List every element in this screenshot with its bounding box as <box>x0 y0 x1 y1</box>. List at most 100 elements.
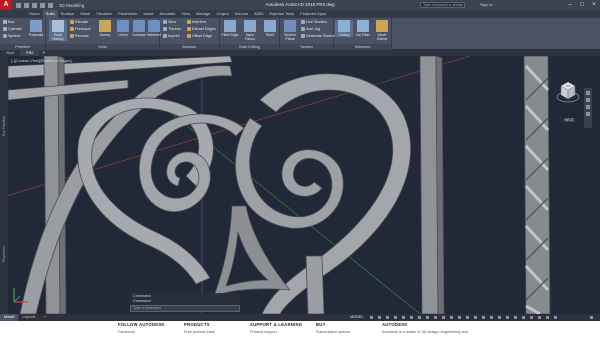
tab-annotate[interactable]: Annotate <box>156 10 178 18</box>
ortho-icon[interactable] <box>386 316 389 319</box>
generate-section-tool[interactable]: Generate Section <box>301 34 336 38</box>
tab-solid[interactable]: Solid <box>42 10 58 18</box>
model-space-toggle[interactable]: MODEL <box>350 314 364 321</box>
save-icon[interactable] <box>32 2 37 8</box>
new-icon[interactable] <box>16 2 21 8</box>
open-icon[interactable] <box>24 2 29 8</box>
palette-strip[interactable]: Tool Palettes Properties <box>0 56 8 314</box>
move-gizmo-button[interactable]: Move Gizmo <box>373 20 391 41</box>
tab-mesh[interactable]: Mesh <box>77 10 93 18</box>
tab-view[interactable]: View <box>178 10 193 18</box>
extract-edges-tool[interactable]: Extract Edges <box>187 27 216 31</box>
polar-icon[interactable] <box>394 316 397 319</box>
tab-visualize[interactable]: Visualize <box>93 10 115 18</box>
interfere-tool[interactable]: Interfere <box>187 20 206 24</box>
close-button[interactable]: × <box>588 0 600 10</box>
solid-history-icon <box>52 20 64 32</box>
viewcube[interactable]: TOP <box>556 78 580 104</box>
drawing-viewport[interactable] <box>0 56 600 314</box>
section-plane-button[interactable]: Section Plane <box>281 20 299 41</box>
tab-express-tools[interactable]: Express Tools <box>266 10 297 18</box>
steering-wheel-icon[interactable] <box>586 91 590 95</box>
workspace-icon[interactable] <box>498 316 501 319</box>
slice-tool[interactable]: Slice <box>163 20 176 24</box>
annotation-scale-icon[interactable] <box>490 316 493 319</box>
footer-link[interactable]: Subscription options <box>316 330 350 334</box>
solid-history-button[interactable]: Solid History <box>49 20 67 41</box>
tab-featured-apps[interactable]: Featured Apps <box>297 10 329 18</box>
clean-screen-icon[interactable] <box>554 316 557 319</box>
cylinder-tool[interactable]: Cylinder <box>3 27 22 31</box>
fillet-edge-button[interactable]: Fillet Edge <box>221 20 239 37</box>
units-icon[interactable] <box>514 316 517 319</box>
tab-home[interactable]: Home <box>26 10 43 18</box>
add-jog-tool[interactable]: Add Jog <box>301 27 320 31</box>
revolve-tool[interactable]: Revolve <box>70 34 89 38</box>
annotation-monitor-icon[interactable] <box>506 316 509 319</box>
graphics-performance-icon[interactable] <box>546 316 549 319</box>
maximize-button[interactable]: □ <box>576 0 588 10</box>
tab-manage[interactable]: Manage <box>193 10 213 18</box>
snap-icon[interactable] <box>378 316 381 319</box>
culling-button[interactable]: Culling <box>335 20 353 37</box>
left-rail <box>7 79 129 101</box>
no-filter-button[interactable]: No Filter <box>354 20 372 37</box>
extrude-tool[interactable]: Extrude <box>70 20 88 24</box>
isolate-objects-icon[interactable] <box>538 316 541 319</box>
offset-edge-tool[interactable]: Offset Edge <box>187 34 212 38</box>
live-section-tool[interactable]: Live Section <box>301 20 327 24</box>
minimize-button[interactable]: – <box>564 0 576 10</box>
sweep-button[interactable]: Sweep <box>96 20 114 37</box>
gizmo-icon[interactable] <box>466 316 469 319</box>
pan-icon[interactable] <box>586 98 590 102</box>
tab-insert[interactable]: Insert <box>140 10 156 18</box>
tab-parametric[interactable]: Parametric <box>115 10 140 18</box>
layout-tab-model[interactable]: Model <box>0 314 19 321</box>
selection-filter-icon[interactable] <box>458 316 461 319</box>
properties-label[interactable]: Properties <box>2 246 6 262</box>
redo-icon[interactable] <box>48 2 53 8</box>
transparency-icon[interactable] <box>426 316 429 319</box>
imprint-tool[interactable]: Imprint <box>163 34 180 38</box>
footer-link[interactable]: Product support <box>250 330 302 334</box>
otrack-icon[interactable] <box>410 316 413 319</box>
polysolid-icon <box>30 20 42 32</box>
workspace-switcher[interactable]: 3D Modeling <box>59 3 84 8</box>
annotation-visibility-icon[interactable] <box>474 316 477 319</box>
taper-faces-button[interactable]: Taper Faces <box>241 20 259 41</box>
wcs-menu[interactable]: WCS <box>563 118 576 122</box>
tab-surface[interactable]: Surface <box>58 10 78 18</box>
presspull-tool[interactable]: Presspull <box>70 27 91 31</box>
lock-ui-icon[interactable] <box>530 316 533 319</box>
thicken-tool[interactable]: Thicken <box>163 27 181 31</box>
search-input[interactable]: Type a keyword or phrase <box>420 2 465 8</box>
application-menu-button[interactable]: A <box>0 0 12 10</box>
tab-output[interactable]: Output <box>214 10 232 18</box>
tool-palettes-label[interactable]: Tool Palettes <box>2 116 6 137</box>
box-tool[interactable]: Box <box>3 20 15 24</box>
grid-icon[interactable] <box>370 316 373 319</box>
add-layout-button[interactable]: + <box>40 314 50 321</box>
orbit-icon[interactable] <box>586 112 590 116</box>
sign-in-button[interactable]: Sign In <box>480 2 492 7</box>
customization-icon[interactable] <box>590 316 593 319</box>
auto-scale-icon[interactable] <box>482 316 485 319</box>
dynamic-ucs-icon[interactable] <box>450 316 453 319</box>
layout-tab-layout1[interactable]: Layout1 <box>18 314 40 321</box>
polysolid-button[interactable]: Polysolid <box>27 20 45 37</box>
quick-properties-icon[interactable] <box>522 316 525 319</box>
viewport-controls[interactable]: [–][Custom View][Shaded w/ Edges] <box>11 59 72 63</box>
sphere-tool[interactable]: Sphere <box>3 34 20 38</box>
tab-a360[interactable]: A360 <box>251 10 266 18</box>
undo-icon[interactable] <box>40 2 45 8</box>
tab-add-ins[interactable]: Add-ins <box>232 10 252 18</box>
footer-link[interactable]: Free product trials <box>184 330 215 334</box>
command-input[interactable]: Type a command <box>130 305 240 312</box>
selection-cycling-icon[interactable] <box>434 316 437 319</box>
footer-link[interactable]: Facebook <box>118 330 165 334</box>
3d-osnap-icon[interactable] <box>442 316 445 319</box>
osnap-icon[interactable] <box>402 316 405 319</box>
lineweight-icon[interactable] <box>418 316 421 319</box>
shell-button[interactable]: Shell <box>261 20 279 37</box>
zoom-icon[interactable] <box>586 105 590 109</box>
